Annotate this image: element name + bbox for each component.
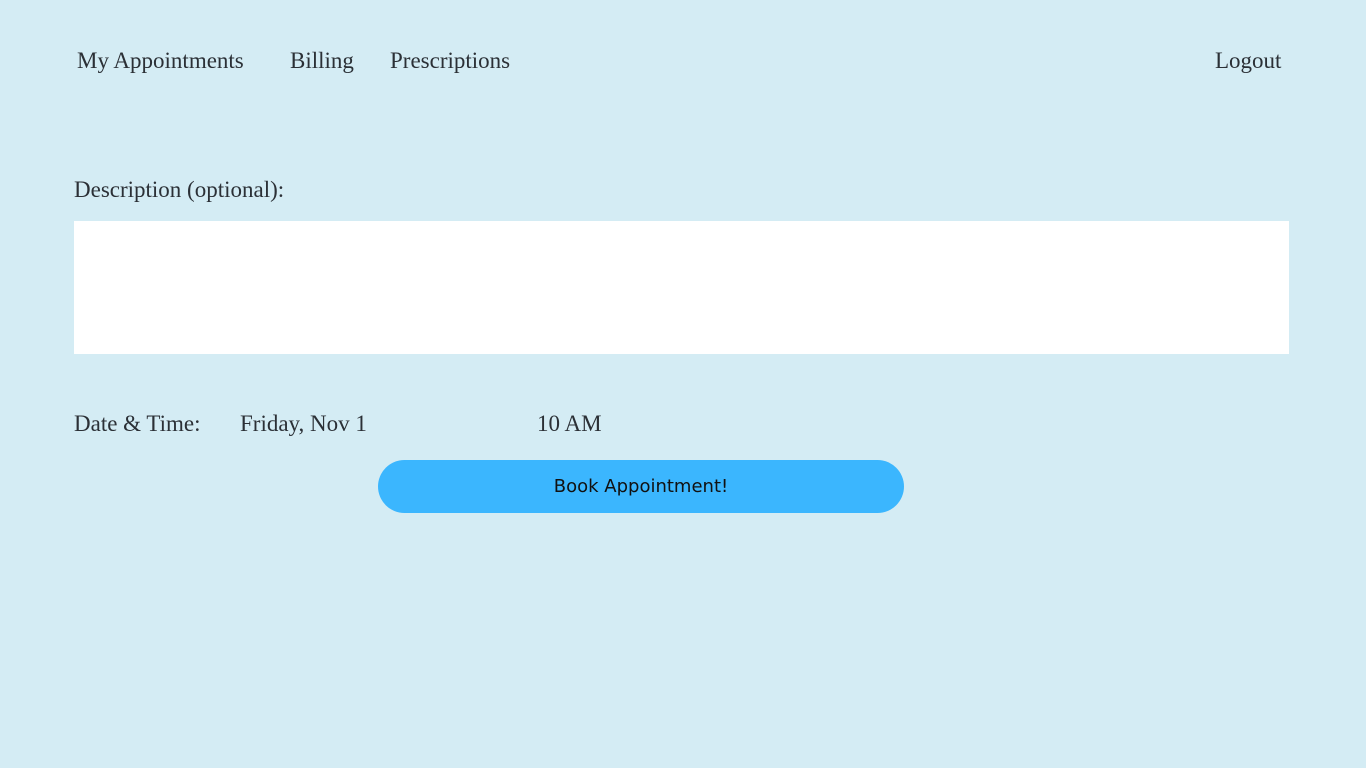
nav-my-appointments[interactable]: My Appointments [77,48,244,74]
datetime-label: Date & Time: [74,411,201,436]
nav-prescriptions[interactable]: Prescriptions [390,48,510,74]
nav-billing[interactable]: Billing [290,48,354,74]
book-appointment-button[interactable]: Book Appointment! [378,460,904,513]
description-label: Description (optional): [74,177,285,202]
description-input[interactable] [74,221,1289,354]
date-select[interactable]: Friday, Nov 1 [240,411,367,437]
time-select[interactable]: 10 AM [537,411,602,437]
nav-logout[interactable]: Logout [1215,48,1281,74]
